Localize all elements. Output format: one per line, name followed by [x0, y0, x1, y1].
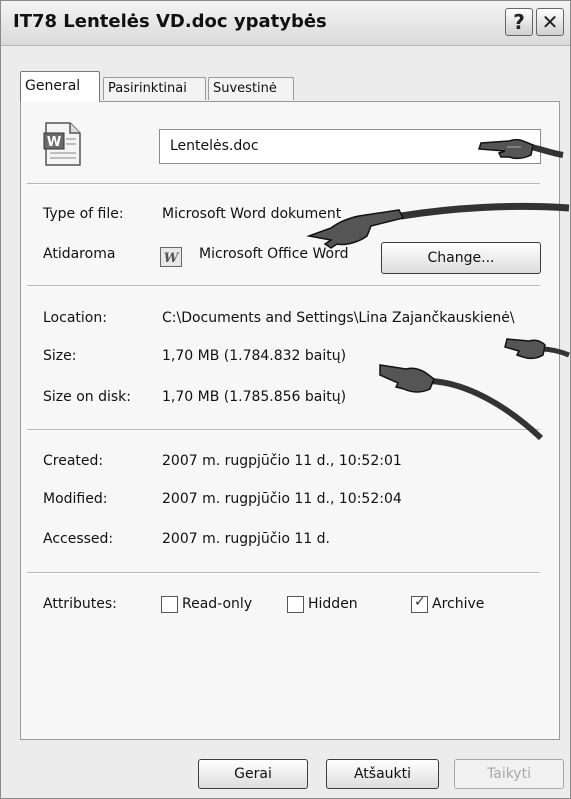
pointing-hand-icon: [477, 138, 564, 160]
ok-button[interactable]: Gerai: [198, 759, 308, 789]
separator: [27, 183, 540, 185]
size-on-disk-label: Size on disk:: [43, 389, 131, 405]
checkmark-icon: ✓: [414, 594, 426, 610]
svg-text:W: W: [47, 135, 61, 150]
pointing-hand-icon: [306, 202, 570, 249]
apply-button-label: Taikyti: [487, 766, 531, 782]
size-label: Size:: [43, 348, 77, 364]
properties-dialog: IT78 Lentelės VD.doc ypatybės ? ✕ Genera…: [0, 0, 571, 799]
accessed-label: Accessed:: [43, 531, 114, 547]
location-value: C:\Documents and Settings\Lina Zajančkau…: [162, 310, 515, 326]
svg-text:W: W: [164, 251, 180, 266]
hidden-label: Hidden: [308, 596, 358, 612]
tab-suvestine[interactable]: Suvestinė: [208, 77, 294, 100]
close-button[interactable]: ✕: [536, 8, 564, 36]
archive-checkbox[interactable]: ✓: [411, 594, 428, 613]
word-document-icon: W: [43, 122, 81, 166]
cancel-button-label: Atšaukti: [353, 766, 412, 782]
archive-label: Archive: [432, 596, 485, 612]
help-icon: ?: [513, 10, 525, 34]
created-label: Created:: [43, 453, 104, 469]
tab-suvestine-label: Suvestinė: [213, 81, 277, 96]
separator: [27, 285, 540, 287]
created-value: 2007 m. rugpjūčio 11 d., 10:52:01: [162, 453, 402, 469]
tab-pasirinktinai-label: Pasirinktinai: [108, 81, 187, 96]
help-button[interactable]: ?: [505, 8, 533, 36]
readonly-checkbox[interactable]: [161, 596, 178, 613]
ok-button-label: Gerai: [234, 766, 272, 782]
hidden-checkbox[interactable]: [287, 596, 304, 613]
pointing-hand-icon: [379, 364, 544, 441]
separator: [27, 572, 540, 574]
word-app-icon: W: [160, 247, 182, 267]
close-icon: ✕: [541, 10, 559, 34]
filename-value: Lentelės.doc: [170, 138, 259, 154]
modified-value: 2007 m. rugpjūčio 11 d., 10:52:04: [162, 491, 402, 507]
size-on-disk-value: 1,70 MB (1.785.856 baitų): [162, 389, 347, 405]
type-label: Type of file:: [43, 206, 124, 222]
readonly-label: Read-only: [182, 596, 253, 612]
apply-button[interactable]: Taikyti: [454, 759, 564, 789]
title-bar[interactable]: IT78 Lentelės VD.doc ypatybės ? ✕: [1, 1, 570, 46]
attributes-label: Attributes:: [43, 596, 117, 612]
accessed-value: 2007 m. rugpjūčio 11 d.: [162, 531, 330, 547]
window-title: IT78 Lentelės VD.doc ypatybės: [13, 11, 327, 32]
size-value: 1,70 MB (1.784.832 baitų): [162, 348, 347, 364]
tab-general[interactable]: General: [20, 71, 100, 102]
cancel-button[interactable]: Atšaukti: [326, 759, 439, 789]
location-label: Location:: [43, 310, 107, 326]
tab-general-label: General: [25, 78, 81, 94]
opens-with-label: Atidaroma: [43, 246, 116, 262]
modified-label: Modified:: [43, 491, 108, 507]
tab-pasirinktinai[interactable]: Pasirinktinai: [103, 77, 206, 100]
